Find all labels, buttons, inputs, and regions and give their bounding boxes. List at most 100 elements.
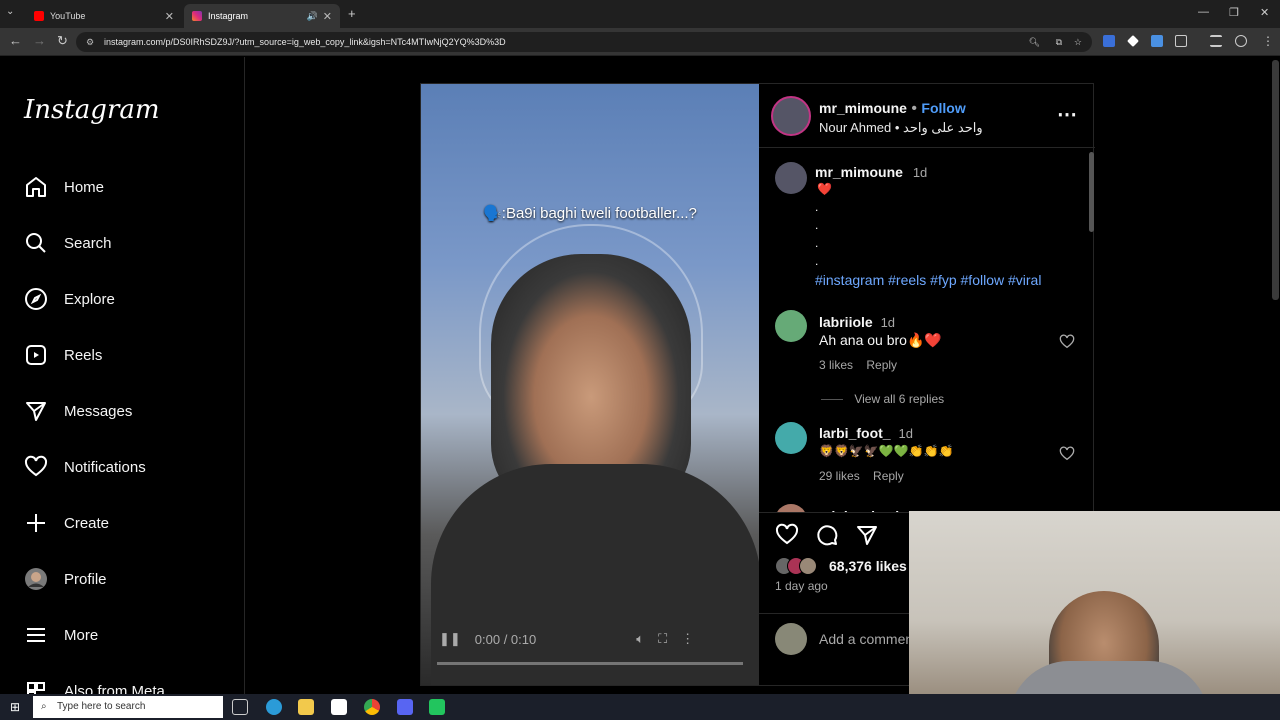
avatar[interactable] bbox=[771, 96, 811, 136]
liker-avatars[interactable] bbox=[775, 557, 825, 575]
like-comment-icon[interactable] bbox=[1059, 446, 1075, 462]
speaker-icon[interactable]: 🔊 bbox=[307, 11, 318, 22]
reel-video[interactable]: 🗣️:Ba9i baghi tweli footballer...? ❚❚ 0:… bbox=[421, 84, 759, 685]
view-replies-button[interactable]: View all 6 replies bbox=[821, 392, 944, 406]
new-tab-button[interactable]: + bbox=[348, 6, 356, 21]
likes-count[interactable]: 68,376 likes bbox=[829, 558, 907, 574]
youtube-icon bbox=[34, 11, 44, 21]
kebab-menu-icon[interactable]: ⋮ bbox=[1262, 34, 1274, 48]
meta-icon bbox=[27, 682, 45, 694]
media-icon[interactable] bbox=[1210, 35, 1222, 47]
post-author-line: mr_mimoune • Follow bbox=[819, 100, 966, 117]
share-icon[interactable] bbox=[855, 523, 879, 547]
comment-likes[interactable]: 3 likes bbox=[819, 358, 853, 372]
caption-heart: ❤️ bbox=[817, 182, 832, 196]
sidebar-item-messages[interactable]: Messages bbox=[24, 393, 132, 429]
sidebar-item-notifications[interactable]: Notifications bbox=[24, 449, 146, 485]
search-icon: ⌕ bbox=[41, 701, 47, 712]
puzzle-icon[interactable] bbox=[1175, 35, 1187, 47]
window-close-button[interactable]: ✕ bbox=[1260, 6, 1269, 19]
reply-button[interactable]: Reply bbox=[873, 469, 904, 483]
webcam-shirt bbox=[1009, 661, 1209, 694]
comments-list[interactable]: mr_mimoune 1d ❤️ . . . . #instagram #ree… bbox=[759, 150, 1095, 512]
tab-instagram[interactable]: Instagram 🔊 ✕ bbox=[184, 4, 340, 28]
store-icon[interactable] bbox=[331, 699, 347, 715]
play-icon[interactable]: ❚❚ bbox=[439, 631, 461, 647]
sidebar-item-more[interactable]: More bbox=[24, 617, 98, 653]
volume-icon[interactable]: 🔈︎ bbox=[636, 631, 644, 647]
caption-author[interactable]: mr_mimoune bbox=[815, 164, 903, 180]
post-date[interactable]: 1 day ago bbox=[775, 579, 828, 593]
close-icon[interactable]: ✕ bbox=[323, 10, 332, 23]
comments-scrollbar[interactable] bbox=[1089, 152, 1094, 232]
page-scrollbar[interactable] bbox=[1272, 60, 1279, 300]
more-options-icon[interactable]: ⋮ bbox=[681, 631, 694, 647]
taskbar-search-placeholder: Type here to search bbox=[57, 701, 146, 712]
site-info-icon[interactable]: ⚙ bbox=[86, 32, 94, 52]
more-options-icon[interactable]: ⋯ bbox=[1057, 102, 1077, 127]
taskbar-search-input[interactable]: ⌕ Type here to search bbox=[33, 696, 223, 718]
extension-icon[interactable] bbox=[1151, 35, 1163, 47]
sidebar-item-home[interactable]: Home bbox=[24, 169, 104, 205]
plus-icon bbox=[27, 514, 45, 532]
instagram-logo[interactable]: Instagram bbox=[24, 95, 160, 125]
windows-start-icon[interactable]: ⊞ bbox=[10, 700, 20, 714]
sidebar-item-label: Explore bbox=[64, 290, 115, 308]
back-icon[interactable]: ← bbox=[9, 33, 22, 48]
forward-icon[interactable]: → bbox=[33, 33, 46, 48]
sidebar-item-also-from-meta[interactable]: Also from Meta bbox=[24, 673, 165, 694]
like-comment-icon[interactable] bbox=[1059, 334, 1075, 350]
file-explorer-icon[interactable] bbox=[298, 699, 314, 715]
task-view-icon[interactable] bbox=[232, 699, 248, 715]
sidebar-item-profile[interactable]: Profile bbox=[24, 561, 107, 597]
tab-instagram-label: Instagram bbox=[208, 11, 249, 21]
menu-icon bbox=[27, 628, 45, 642]
avatar[interactable] bbox=[775, 422, 807, 454]
post-audio-subtitle[interactable]: Nour Ahmed • واحد على واحد bbox=[819, 120, 983, 136]
address-bar[interactable]: ⚙ instagram.com/p/DS0IRhSDZ9J/?utm_sourc… bbox=[76, 32, 1092, 52]
caption-time: 1d bbox=[912, 165, 928, 180]
sidebar-item-reels[interactable]: Reels bbox=[24, 337, 102, 373]
caption-hashtags[interactable]: #instagram #reels #fyp #follow #viral bbox=[815, 272, 1041, 288]
extension-icon[interactable] bbox=[1127, 35, 1139, 47]
edge-icon[interactable] bbox=[266, 699, 282, 715]
follow-button[interactable]: Follow bbox=[921, 100, 965, 116]
bookmark-star-icon[interactable]: ☆ bbox=[1074, 32, 1082, 52]
caption-dot: . bbox=[815, 254, 819, 268]
tab-search-icon[interactable]: ⌄ bbox=[6, 6, 14, 17]
chrome-icon[interactable] bbox=[364, 699, 380, 715]
video-controls: ❚❚ 0:00 / 0:10 🔈︎ ⛶ ⋮ bbox=[439, 624, 749, 654]
comment-icon[interactable] bbox=[815, 523, 839, 547]
comment-user[interactable]: larbi_foot_ bbox=[819, 425, 891, 441]
discord-icon[interactable] bbox=[397, 699, 413, 715]
minimize-button[interactable]: — bbox=[1198, 6, 1209, 18]
reply-button[interactable]: Reply bbox=[866, 358, 897, 372]
comment-time: 1d bbox=[880, 315, 896, 330]
sidebar-item-label: Also from Meta bbox=[64, 682, 165, 695]
avatar[interactable] bbox=[775, 504, 807, 512]
comment-user[interactable]: labriiole bbox=[819, 314, 873, 330]
video-caption: 🗣️:Ba9i baghi tweli footballer...? bbox=[483, 205, 697, 222]
avatar[interactable] bbox=[775, 162, 807, 194]
sidebar-item-explore[interactable]: Explore bbox=[24, 281, 115, 317]
reload-icon[interactable]: ↻ bbox=[57, 33, 68, 49]
zoom-icon[interactable]: 🔍︎ bbox=[1029, 32, 1040, 52]
comment-meta: 29 likes Reply bbox=[819, 469, 904, 483]
video-progress-bar[interactable] bbox=[437, 662, 743, 665]
like-heart-icon[interactable] bbox=[775, 523, 799, 547]
avatar bbox=[775, 623, 807, 655]
close-icon[interactable]: ✕ bbox=[165, 10, 174, 23]
post-author[interactable]: mr_mimoune bbox=[819, 100, 907, 116]
app-icon[interactable] bbox=[429, 699, 445, 715]
restore-button[interactable]: ❐ bbox=[1229, 6, 1239, 19]
extension-icon[interactable] bbox=[1103, 35, 1115, 47]
sidebar-item-search[interactable]: Search bbox=[24, 225, 112, 261]
avatar[interactable] bbox=[775, 310, 807, 342]
fullscreen-icon[interactable]: ⛶ bbox=[658, 631, 667, 647]
sidebar-item-create[interactable]: Create bbox=[24, 505, 109, 541]
tab-youtube[interactable]: YouTube ✕ bbox=[26, 4, 182, 28]
comment-likes[interactable]: 29 likes bbox=[819, 469, 860, 483]
install-icon[interactable]: ⧉ bbox=[1056, 32, 1062, 52]
profile-icon[interactable] bbox=[1235, 35, 1247, 47]
sidebar-item-label: Profile bbox=[64, 570, 107, 588]
